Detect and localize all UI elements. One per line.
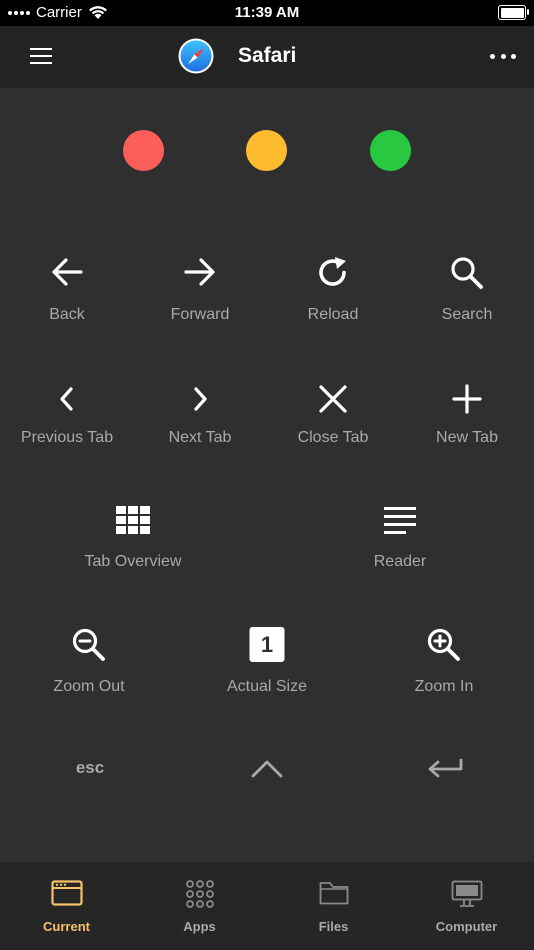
folder-icon [319,882,348,905]
plus-icon [452,384,482,414]
tab-current-label: Current [43,919,90,934]
caret-up-icon[interactable] [251,758,283,778]
chevron-right-icon [194,387,207,411]
tab-apps[interactable]: Apps [133,862,266,950]
new-tab-label: New Tab [436,429,498,446]
arrow-right-icon [184,258,215,286]
tab-bar: Current Apps Files Computer [0,862,534,950]
zoom-window-button[interactable] [370,130,411,171]
minimize-window-button[interactable] [246,130,287,171]
esc-key-button[interactable]: esc [60,758,120,778]
reload-icon [319,257,346,286]
window-icon [50,880,83,906]
reload-button[interactable]: Reload [283,255,383,330]
tab-files[interactable]: Files [267,862,400,950]
back-label: Back [49,306,85,323]
close-tab-label: Close Tab [297,429,369,446]
tab-overview-label: Tab Overview [84,553,182,570]
tab-computer[interactable]: Computer [400,862,533,950]
more-options-icon[interactable] [490,54,516,60]
close-window-button[interactable] [123,130,164,171]
monitor-icon [451,880,482,907]
tab-files-label: Files [318,919,349,934]
forward-label: Forward [170,306,230,323]
close-tab-button[interactable]: Close Tab [283,382,383,452]
reader-label: Reader [373,553,427,570]
status-time: 11:39 AM [234,4,300,21]
forward-button[interactable]: Forward [150,255,250,330]
actual-size-button[interactable]: 1 Actual Size [212,627,322,699]
zoom-in-label: Zoom In [414,678,474,695]
arrow-left-icon [52,258,83,286]
tab-overview-button[interactable]: Tab Overview [63,506,203,576]
hamburger-menu-icon[interactable] [30,48,52,66]
search-label: Search [441,306,493,323]
next-tab-button[interactable]: Next Tab [150,382,250,452]
reader-lines-icon [384,507,416,534]
battery-icon [498,5,529,20]
tab-apps-label: Apps [183,919,216,934]
status-bar: Carrier 11:39 AM [0,0,534,26]
search-icon [451,257,483,289]
zoom-out-button[interactable]: Zoom Out [39,627,139,699]
zoom-in-button[interactable]: Zoom In [394,627,494,699]
new-tab-button[interactable]: New Tab [417,382,517,452]
back-button[interactable]: Back [17,255,117,330]
tab-current[interactable]: Current [0,862,133,950]
chevron-left-icon [60,387,73,411]
grid-icon [185,880,214,908]
zoom-in-icon [427,628,460,661]
return-key-icon[interactable] [426,758,464,780]
search-button[interactable]: Search [417,255,517,330]
tab-computer-label: Computer [435,919,498,934]
actual-size-badge-icon: 1 [249,627,285,662]
previous-tab-label: Previous Tab [20,429,114,446]
reload-label: Reload [307,306,359,323]
safari-compass-icon [178,38,214,74]
zoom-out-icon [72,628,105,661]
actual-size-label: Actual Size [226,678,308,695]
reader-button[interactable]: Reader [350,506,450,576]
close-icon [319,385,347,413]
zoom-out-label: Zoom Out [53,678,125,695]
next-tab-label: Next Tab [168,429,232,446]
navigation-bar: Safari [0,26,534,88]
page-title: Safari [238,44,297,67]
previous-tab-button[interactable]: Previous Tab [7,382,127,452]
grid-overview-icon [116,506,150,534]
